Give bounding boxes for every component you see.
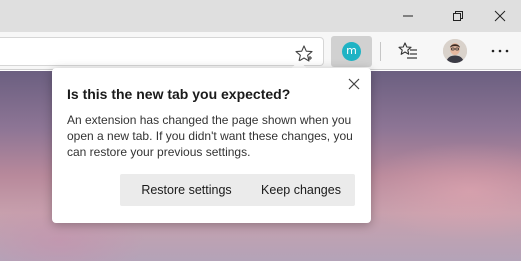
- extension-button[interactable]: m: [331, 36, 372, 67]
- popup-title: Is this the new tab you expected?: [67, 86, 291, 102]
- toolbar-divider: [380, 42, 381, 61]
- star-outline-icon: [295, 44, 313, 62]
- profile-photo: [443, 39, 467, 63]
- more-options-button[interactable]: [486, 38, 514, 64]
- close-icon: [348, 78, 360, 90]
- restore-icon: [453, 11, 463, 21]
- popup-message: An extension has changed the page shown …: [67, 113, 353, 159]
- close-icon: [494, 10, 506, 22]
- add-favorite-button[interactable]: [294, 44, 314, 62]
- popup-close-button[interactable]: [346, 76, 362, 92]
- favorites-button[interactable]: [395, 38, 421, 64]
- title-bar: [0, 0, 521, 32]
- toolbar: m: [0, 32, 521, 70]
- address-bar[interactable]: [0, 37, 324, 66]
- keep-changes-button[interactable]: Keep changes: [247, 174, 355, 206]
- minimize-icon: [403, 15, 413, 17]
- ellipsis-icon: [491, 49, 509, 53]
- extension-icon: m: [342, 42, 361, 61]
- new-tab-changed-popup: Is this the new tab you expected? An ext…: [52, 68, 371, 223]
- favorites-list-icon: [398, 42, 417, 59]
- restore-button[interactable]: [435, 0, 481, 32]
- close-window-button[interactable]: [477, 0, 521, 32]
- avatar[interactable]: [443, 39, 467, 63]
- minimize-button[interactable]: [385, 0, 431, 32]
- restore-settings-button[interactable]: Restore settings: [120, 174, 253, 206]
